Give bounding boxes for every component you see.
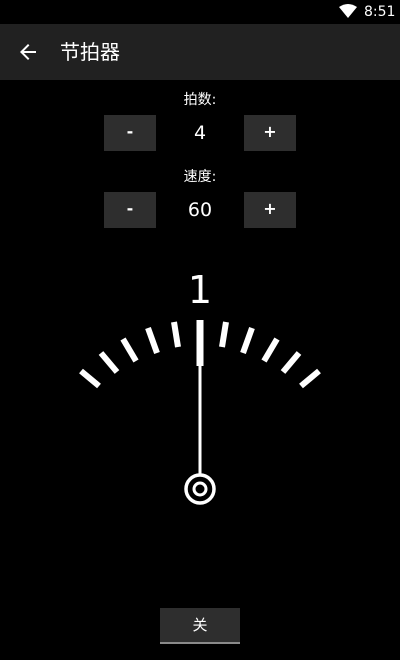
app-bar: 节拍器 bbox=[0, 24, 400, 80]
scale-tick bbox=[219, 321, 229, 348]
tempo-value: 60 bbox=[187, 199, 213, 221]
wifi-icon bbox=[339, 4, 357, 18]
beats-value: 4 bbox=[193, 122, 207, 144]
scale-tick bbox=[171, 321, 181, 348]
status-time: 8:51 bbox=[364, 4, 396, 20]
scale-tick bbox=[98, 351, 120, 374]
beats-increment-button[interactable]: + bbox=[244, 115, 296, 151]
scale-tick bbox=[261, 337, 280, 363]
scale-tick bbox=[145, 326, 160, 355]
scale-tick bbox=[299, 368, 321, 389]
scale-tick bbox=[240, 326, 255, 355]
scale-tick bbox=[79, 368, 101, 389]
off-button[interactable]: 关 bbox=[160, 608, 240, 644]
scale-tick bbox=[280, 351, 302, 374]
status-bar: 8:51 bbox=[0, 0, 400, 24]
tempo-increment-button[interactable]: + bbox=[244, 192, 296, 228]
scale-tick bbox=[120, 337, 139, 363]
beats-label: 拍数: bbox=[183, 92, 217, 108]
arrow-back-icon[interactable] bbox=[16, 40, 40, 64]
page-title: 节拍器 bbox=[60, 40, 120, 64]
metronome-dial bbox=[79, 320, 321, 505]
beats-decrement-button[interactable]: - bbox=[104, 115, 156, 151]
pendulum-pivot-outer bbox=[184, 473, 216, 505]
tempo-decrement-button[interactable]: - bbox=[104, 192, 156, 228]
pendulum-pivot-inner bbox=[192, 481, 208, 497]
tempo-label: 速度: bbox=[183, 169, 217, 185]
